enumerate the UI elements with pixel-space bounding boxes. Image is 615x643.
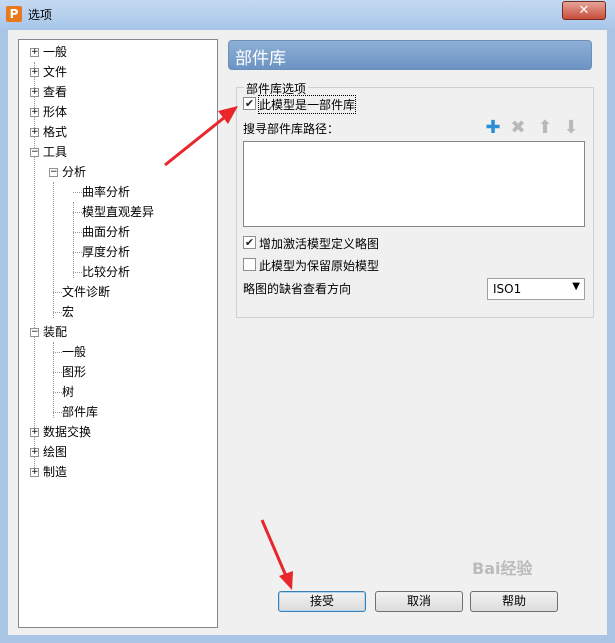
options-dialog: P 选项 ✕ + 一般 + 文件 + 查看 + 形体 + 格式 − 工具 − 分… <box>0 0 615 643</box>
annotation-arrow-line <box>260 519 288 577</box>
annotation-arrows <box>164 106 293 590</box>
annotation-arrow-line <box>164 115 226 167</box>
annotation-arrow-head <box>279 571 293 590</box>
